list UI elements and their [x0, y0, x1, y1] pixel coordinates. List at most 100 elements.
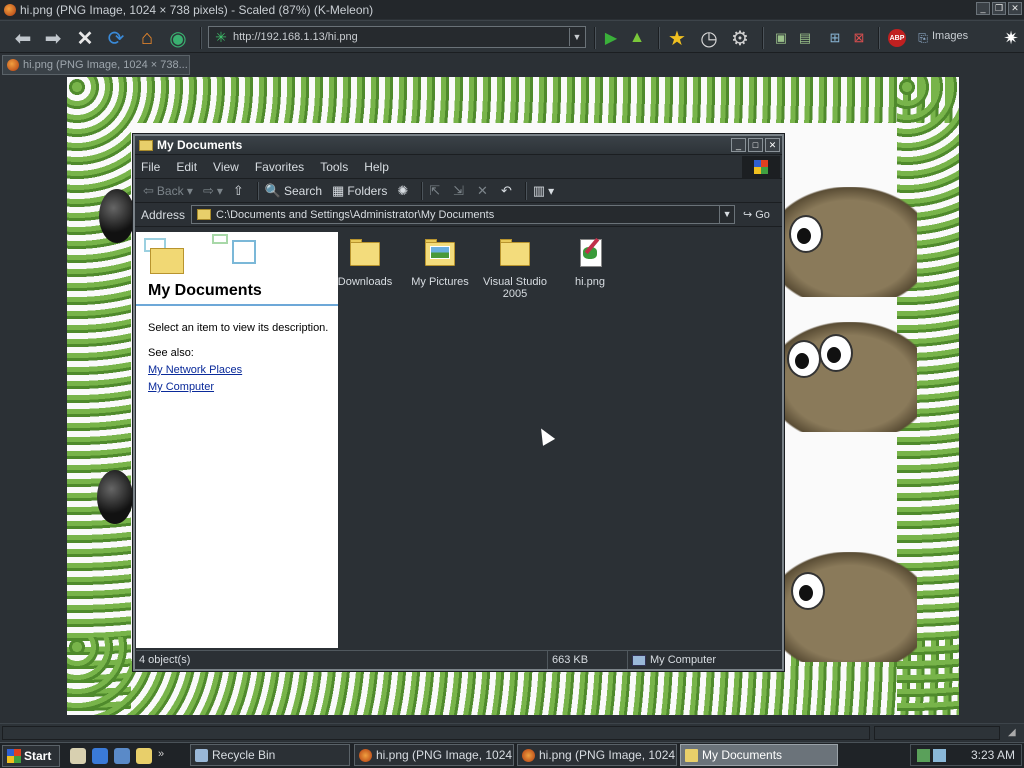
url-bar[interactable]: ✳ ▼	[208, 26, 586, 48]
windows-logo-icon	[7, 748, 21, 763]
menu-favorites[interactable]: Favorites	[255, 160, 304, 174]
bookmarks-star-icon[interactable]: ★	[664, 25, 690, 51]
reload-icon[interactable]: ⟳	[103, 25, 129, 51]
explorer-toolbar: ⇦ Back ▾ ⇨ ▾ ⇧ 🔍 Search ▦ Folders ✺ ⇱ ⇲ ✕ ↶ …	[135, 179, 782, 203]
url-input[interactable]	[233, 31, 569, 43]
gimp-mascot	[767, 187, 917, 297]
adblock-icon[interactable]: ABP	[884, 25, 910, 51]
address-combobox[interactable]: ▼	[191, 205, 736, 224]
address-input[interactable]	[216, 208, 720, 221]
menu-help[interactable]: Help	[364, 160, 389, 174]
home-icon[interactable]: ⌂	[134, 25, 160, 51]
status-location: My Computer	[628, 654, 716, 666]
file-item-my-pictures[interactable]: My Pictures	[403, 238, 477, 288]
address-dropdown-button[interactable]: ▼	[719, 206, 734, 223]
back-arrow-icon[interactable]: ⬅	[10, 25, 36, 51]
clock[interactable]: 3:23 AM	[971, 748, 1015, 762]
throbber-icon: ✷	[1003, 27, 1019, 48]
move-to-button[interactable]: ⇱	[429, 183, 443, 199]
folder-sync-button[interactable]: ✺	[397, 183, 411, 199]
copy-to-button[interactable]: ⇲	[453, 183, 467, 199]
minimize-button[interactable]: _	[976, 2, 990, 15]
go-button[interactable]: ↪ Go	[743, 208, 770, 222]
restore-button[interactable]: ❐	[992, 2, 1006, 15]
explorer-window: My Documents _ □ ✕ File Edit View Favori…	[133, 134, 784, 671]
status-size: 663 KB	[548, 651, 628, 669]
network-icon[interactable]	[917, 748, 930, 762]
file-item-hi-png[interactable]: hi.png	[553, 237, 627, 288]
up-icon[interactable]: ▲	[624, 25, 650, 51]
link-my-computer[interactable]: My Computer	[148, 381, 214, 393]
link-my-network-places[interactable]: My Network Places	[148, 364, 242, 376]
new-tab-icon[interactable]: ⊞	[822, 25, 848, 51]
search-button[interactable]: 🔍 Search	[265, 183, 322, 199]
quick-launch-more-button[interactable]: »	[158, 748, 164, 764]
internet-explorer-icon[interactable]	[92, 747, 108, 764]
explorer-icon[interactable]	[136, 747, 152, 764]
taskbar-button-hi-png-2[interactable]: hi.png (PNG Image, 1024 ...	[517, 744, 677, 766]
k-meleon-icon	[359, 748, 372, 762]
k-meleon-icon	[4, 3, 16, 16]
file-item-visual-studio-2005[interactable]: Visual Studio 2005	[478, 238, 552, 300]
media-player-icon[interactable]	[114, 747, 130, 764]
delete-button[interactable]: ✕	[477, 183, 491, 199]
tab-hi-png[interactable]: hi.png (PNG Image, 1024 × 738...	[2, 55, 190, 75]
taskbar-button-recycle-bin[interactable]: Recycle Bin	[190, 744, 350, 766]
gimp-mascot	[767, 322, 917, 432]
settings-gear-icon[interactable]: ⚙	[727, 25, 753, 51]
task-pane: My Documents Select an item to view its …	[136, 232, 338, 648]
browser-title-bar: hi.png (PNG Image, 1024 × 738 pixels) - …	[0, 0, 1024, 19]
search-icon: 🔍	[264, 182, 281, 198]
dark-blob	[99, 189, 135, 243]
explorer-close-button[interactable]: ✕	[765, 138, 780, 152]
taskbar-button-my-documents[interactable]: My Documents	[680, 744, 838, 766]
window-icon-1[interactable]: ▣	[768, 25, 794, 51]
close-tab-icon[interactable]: ⊠	[846, 25, 872, 51]
folder-icon	[349, 238, 381, 270]
forward-button[interactable]: ⇨ ▾	[203, 183, 223, 199]
show-desktop-icon[interactable]	[70, 747, 86, 764]
folder-icon	[139, 139, 153, 151]
menu-edit[interactable]: Edit	[176, 160, 197, 174]
url-dropdown-button[interactable]: ▼	[569, 28, 584, 46]
taskbar-button-hi-png-1[interactable]: hi.png (PNG Image, 1024 ...	[354, 744, 514, 766]
address-label: Address	[141, 207, 186, 222]
images-toggle[interactable]: Images	[932, 30, 968, 42]
explorer-title-bar[interactable]: My Documents _ □ ✕	[135, 136, 782, 155]
resize-grip-icon[interactable]: ◢	[1008, 727, 1020, 739]
go-arrow-icon: ↪	[743, 209, 753, 221]
my-computer-icon	[632, 654, 646, 666]
start-button[interactable]: Start	[2, 744, 60, 767]
folders-button[interactable]: ▦ Folders	[332, 183, 387, 199]
system-tray: 3:23 AM	[910, 744, 1022, 766]
see-also-label: See also:	[148, 347, 194, 359]
file-list[interactable]: Downloads My Pictures Visual Studio 2005…	[338, 232, 781, 648]
menu-tools[interactable]: Tools	[320, 160, 348, 174]
tray-app-icon[interactable]	[933, 748, 946, 762]
globe-icon[interactable]: ◉	[165, 25, 191, 51]
views-button[interactable]: ▥ ▾	[533, 183, 554, 199]
back-arrow-icon: ⇦	[143, 182, 154, 198]
divider	[136, 304, 338, 306]
status-panel	[874, 726, 1000, 740]
file-label: hi.png	[575, 276, 605, 288]
back-button[interactable]: ⇦ Back ▾	[143, 183, 193, 199]
window-icon-2[interactable]: ▤	[792, 25, 818, 51]
explorer-maximize-button[interactable]: □	[748, 138, 763, 152]
tab-strip: hi.png (PNG Image, 1024 × 738...	[0, 54, 1024, 76]
undo-button[interactable]: ↶	[501, 183, 515, 199]
stop-icon[interactable]: ✕	[72, 25, 98, 51]
up-folder-button[interactable]: ⇧	[233, 183, 247, 199]
explorer-minimize-button[interactable]: _	[731, 138, 746, 152]
close-button[interactable]: ✕	[1008, 2, 1022, 15]
tab-favicon-icon	[7, 59, 19, 71]
address-bar: Address ▼ ↪Go	[135, 203, 782, 227]
folder-header-art	[140, 234, 256, 278]
forward-arrow-icon[interactable]: ➡	[40, 25, 66, 51]
history-clock-icon[interactable]: ◷	[696, 25, 722, 51]
explorer-menu-bar: File Edit View Favorites Tools Help	[135, 155, 782, 179]
go-icon[interactable]: ▶	[598, 25, 624, 51]
menu-file[interactable]: File	[141, 160, 160, 174]
menu-view[interactable]: View	[213, 160, 239, 174]
file-item-downloads[interactable]: Downloads	[328, 238, 402, 288]
